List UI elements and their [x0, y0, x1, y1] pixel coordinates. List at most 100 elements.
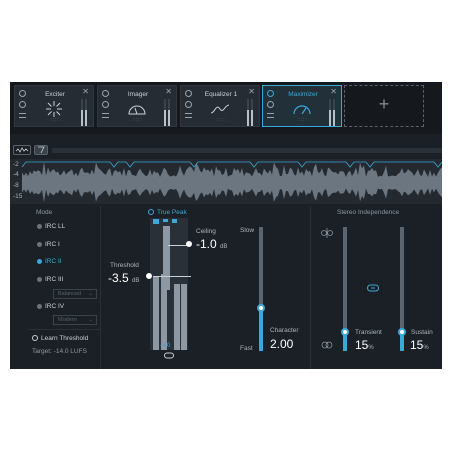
- threshold-unit: dB: [132, 278, 140, 284]
- sustain-value-display[interactable]: 15%: [410, 338, 429, 352]
- target-lufs: Target: -14.0 LUFS: [32, 348, 87, 355]
- solo-icon[interactable]: [185, 101, 192, 108]
- module-meter: [247, 99, 253, 126]
- divider: [310, 206, 311, 369]
- waveform-shape: [22, 161, 442, 203]
- module-exciter[interactable]: Exciter ✕ ::::: [14, 85, 94, 127]
- character-label: Character: [270, 327, 299, 334]
- character-slider[interactable]: [259, 227, 263, 351]
- close-icon[interactable]: ✕: [82, 88, 89, 96]
- module-equalizer-1[interactable]: Equalizer 1 ✕ ::::: [180, 85, 260, 127]
- module-chain: Exciter ✕ :::: Imager ✕:::: Equalizer 1…: [10, 82, 442, 134]
- learn-threshold-button[interactable]: Learn Threshold: [32, 335, 88, 342]
- link-icon[interactable]: [164, 352, 174, 359]
- view-toolbar: [10, 142, 442, 158]
- dropdown-value: Modern: [58, 317, 77, 323]
- solo-icon[interactable]: [102, 101, 109, 108]
- stereo-width-icon: [321, 228, 333, 238]
- gain-reduction-icon: [38, 146, 45, 154]
- ceiling-value-display[interactable]: -1.0 dB: [196, 237, 227, 251]
- output-meter-left: [174, 284, 180, 350]
- sustain-slider-handle[interactable]: [398, 328, 406, 337]
- mode-option-label: IRC I: [45, 241, 60, 248]
- add-module-slot[interactable]: +: [344, 85, 424, 127]
- module-maximizer[interactable]: Maximizer ✕ ::::: [262, 85, 342, 127]
- slider-fill: [259, 307, 263, 351]
- radio-dot[interactable]: [37, 242, 42, 247]
- stereo-link-icon: [321, 341, 333, 349]
- exciter-burst-icon: [46, 101, 62, 117]
- scale-label: -4: [13, 171, 19, 178]
- true-peak-label: True Peak: [157, 209, 187, 216]
- mode-option-label: IRC II: [45, 258, 62, 265]
- close-icon[interactable]: ✕: [248, 88, 255, 96]
- stereo-independence-heading: Stereo Independence: [337, 209, 400, 216]
- irc-iii-style-dropdown[interactable]: Balanced ⌄: [53, 289, 97, 299]
- waveform-graph: [21, 161, 442, 203]
- radio-dot[interactable]: [37, 277, 42, 282]
- ceiling-handle[interactable]: [186, 241, 192, 247]
- threshold-label: Threshold: [110, 262, 139, 269]
- mode-heading: Mode: [36, 209, 53, 216]
- threshold-value: -3.5: [108, 271, 129, 285]
- threshold-handle[interactable]: [146, 273, 152, 279]
- threshold-value-display[interactable]: -3.5 dB: [108, 271, 139, 285]
- gain-reduction-meter: [163, 226, 170, 290]
- learn-icon: [32, 335, 38, 341]
- scale-label: -15: [13, 193, 23, 200]
- module-imager[interactable]: Imager ✕ ::::: [97, 85, 177, 127]
- waveform-display[interactable]: -2 -4 -8 -15: [10, 159, 442, 204]
- transient-value: 15: [355, 338, 369, 352]
- learn-threshold-label: Learn Threshold: [41, 335, 89, 342]
- waveform-view-icon: [15, 147, 29, 153]
- irc-iv-style-dropdown[interactable]: Modern ⌄: [53, 315, 97, 325]
- true-peak-icon: [148, 209, 154, 215]
- character-fast-label: Fast: [240, 345, 253, 352]
- level-meter: [150, 218, 188, 350]
- timeline-bar[interactable]: [52, 148, 442, 153]
- close-icon[interactable]: ✕: [330, 88, 337, 96]
- dropdown-value: Balanced: [58, 291, 81, 297]
- gain-reduction-view-button[interactable]: [34, 145, 48, 155]
- mode-option-label: IRC IV: [45, 303, 65, 310]
- module-meter: [164, 99, 170, 126]
- character-slow-label: Slow: [240, 227, 255, 234]
- add-icon[interactable]: +: [345, 94, 423, 115]
- ceiling-label: Ceiling: [196, 228, 216, 235]
- peak-indicator: [172, 219, 177, 223]
- ozone-plugin-window: Exciter ✕ :::: Imager ✕:::: Equalizer 1…: [10, 82, 442, 369]
- gain-reduction-trace: [21, 161, 442, 168]
- radio-dot[interactable]: [37, 259, 42, 264]
- scale-label: -2: [13, 161, 19, 168]
- meter-readout: -5.0: [160, 343, 171, 349]
- ceiling-value: -1.0: [196, 237, 217, 251]
- character-value: 2.00: [270, 337, 294, 351]
- maximizer-gauge-icon: [293, 105, 311, 115]
- chevron-down-icon: ⌄: [88, 291, 93, 297]
- divider: [100, 206, 101, 369]
- divider: [28, 329, 100, 330]
- radio-dot[interactable]: [37, 224, 42, 229]
- radio-dot[interactable]: [37, 304, 42, 309]
- transient-label: Transient: [355, 329, 382, 336]
- module-meter: [81, 99, 87, 126]
- true-peak-toggle[interactable]: True Peak: [148, 209, 187, 216]
- output-meter-right: [181, 284, 187, 350]
- close-icon[interactable]: ✕: [165, 88, 172, 96]
- solo-icon[interactable]: [267, 101, 274, 108]
- sustain-unit: %: [423, 345, 429, 351]
- mode-option-label: IRC III: [45, 276, 64, 283]
- chevron-down-icon: ⌄: [88, 317, 93, 323]
- link-sliders-icon[interactable]: [367, 284, 379, 292]
- transient-slider-handle[interactable]: [341, 328, 349, 337]
- peak-indicator: [153, 219, 159, 224]
- waveform-view-button[interactable]: [13, 145, 31, 155]
- transient-unit: %: [368, 345, 374, 351]
- input-meter-left: [153, 276, 159, 350]
- threshold-line: [153, 276, 191, 277]
- character-slider-handle[interactable]: [257, 303, 265, 312]
- mode-option-label: IRC LL: [45, 223, 66, 230]
- imager-arc-icon: [128, 105, 146, 115]
- transient-value-display[interactable]: 15%: [355, 338, 374, 352]
- solo-icon[interactable]: [19, 101, 26, 108]
